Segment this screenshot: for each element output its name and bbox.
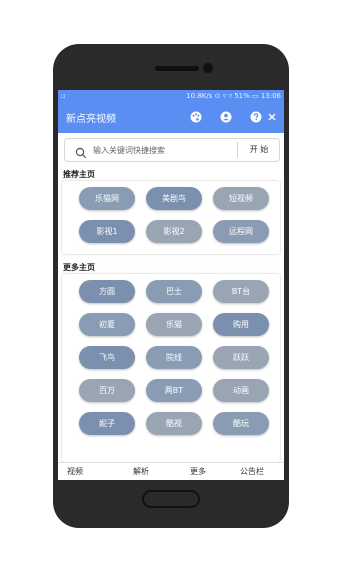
site-pill-button[interactable]: 妮子 bbox=[79, 412, 135, 435]
nav-item-notice[interactable]: 公告栏 bbox=[240, 466, 264, 477]
site-pill-button[interactable]: 远程网 bbox=[213, 220, 269, 243]
site-pill-button[interactable]: BT台 bbox=[213, 280, 269, 303]
nav-item-video[interactable]: 视频 bbox=[67, 466, 83, 477]
phone-frame: ▫ 10.8K/s ⊙ ▿ ▿ 51% ▭ 13:06 新点亮视频 输入关键词快… bbox=[53, 44, 289, 528]
bottom-nav: 视频 解析 更多 公告栏 bbox=[58, 462, 284, 480]
status-left: ▫ bbox=[61, 92, 66, 100]
site-pill-button[interactable]: 巴士 bbox=[146, 280, 202, 303]
account-icon[interactable] bbox=[218, 109, 234, 125]
home-button[interactable] bbox=[142, 490, 200, 508]
recommended-card: 乐猫网 美剧鸟 短视频影视1 影视2 远程网 bbox=[62, 181, 280, 254]
site-pill-button[interactable]: 初夏 bbox=[79, 313, 135, 336]
search-icon bbox=[75, 144, 87, 159]
site-pill-button[interactable]: 酷视 bbox=[146, 412, 202, 435]
site-pill-button[interactable]: 酷玩 bbox=[213, 412, 269, 435]
search-divider bbox=[237, 142, 238, 158]
palette-icon[interactable] bbox=[188, 109, 204, 125]
recommended-section-title: 推荐主页 bbox=[63, 170, 95, 179]
earpiece-speaker bbox=[155, 66, 199, 71]
app-bar: 新点亮视频 bbox=[58, 102, 284, 133]
search-start-button[interactable]: 开 始 bbox=[239, 139, 279, 161]
site-pill-button[interactable]: 乐猫 bbox=[146, 313, 202, 336]
site-pill-button[interactable]: 影视1 bbox=[79, 220, 135, 243]
front-camera bbox=[203, 63, 213, 73]
site-pill-button[interactable]: 跃跃 bbox=[213, 346, 269, 369]
app-screen: ▫ 10.8K/s ⊙ ▿ ▿ 51% ▭ 13:06 新点亮视频 输入关键词快… bbox=[58, 90, 284, 480]
search-bar: 开 始 bbox=[64, 138, 280, 162]
site-pill-button[interactable]: 百万 bbox=[79, 379, 135, 402]
site-pill-button[interactable]: 影视2 bbox=[146, 220, 202, 243]
close-icon[interactable] bbox=[264, 109, 280, 125]
status-bar: ▫ 10.8K/s ⊙ ▿ ▿ 51% ▭ 13:06 bbox=[58, 90, 284, 102]
more-section-title: 更多主页 bbox=[63, 263, 95, 272]
site-pill-button[interactable]: 两BT bbox=[146, 379, 202, 402]
status-right: 10.8K/s ⊙ ▿ ▿ 51% ▭ 13:06 bbox=[186, 92, 281, 100]
site-pill-button[interactable]: 短视频 bbox=[213, 187, 269, 210]
site-pill-button[interactable]: 乐猫网 bbox=[79, 187, 135, 210]
more-card: 方圆 巴士 BT台初夏 乐猫 购用飞鸟 院线 跃跃百万 两BT 动画妮子 酷视 酷玩 bbox=[62, 274, 280, 462]
site-pill-button[interactable]: 动画 bbox=[213, 379, 269, 402]
site-pill-button[interactable]: 飞鸟 bbox=[79, 346, 135, 369]
nav-item-more[interactable]: 更多 bbox=[190, 466, 206, 477]
site-pill-button[interactable]: 美剧鸟 bbox=[146, 187, 202, 210]
nav-item-parse[interactable]: 解析 bbox=[133, 466, 149, 477]
app-title: 新点亮视频 bbox=[66, 114, 116, 125]
site-pill-button[interactable]: 院线 bbox=[146, 346, 202, 369]
help-icon[interactable] bbox=[248, 109, 264, 125]
site-pill-button[interactable]: 购用 bbox=[213, 313, 269, 336]
site-pill-button[interactable]: 方圆 bbox=[79, 280, 135, 303]
search-input[interactable] bbox=[93, 139, 233, 161]
